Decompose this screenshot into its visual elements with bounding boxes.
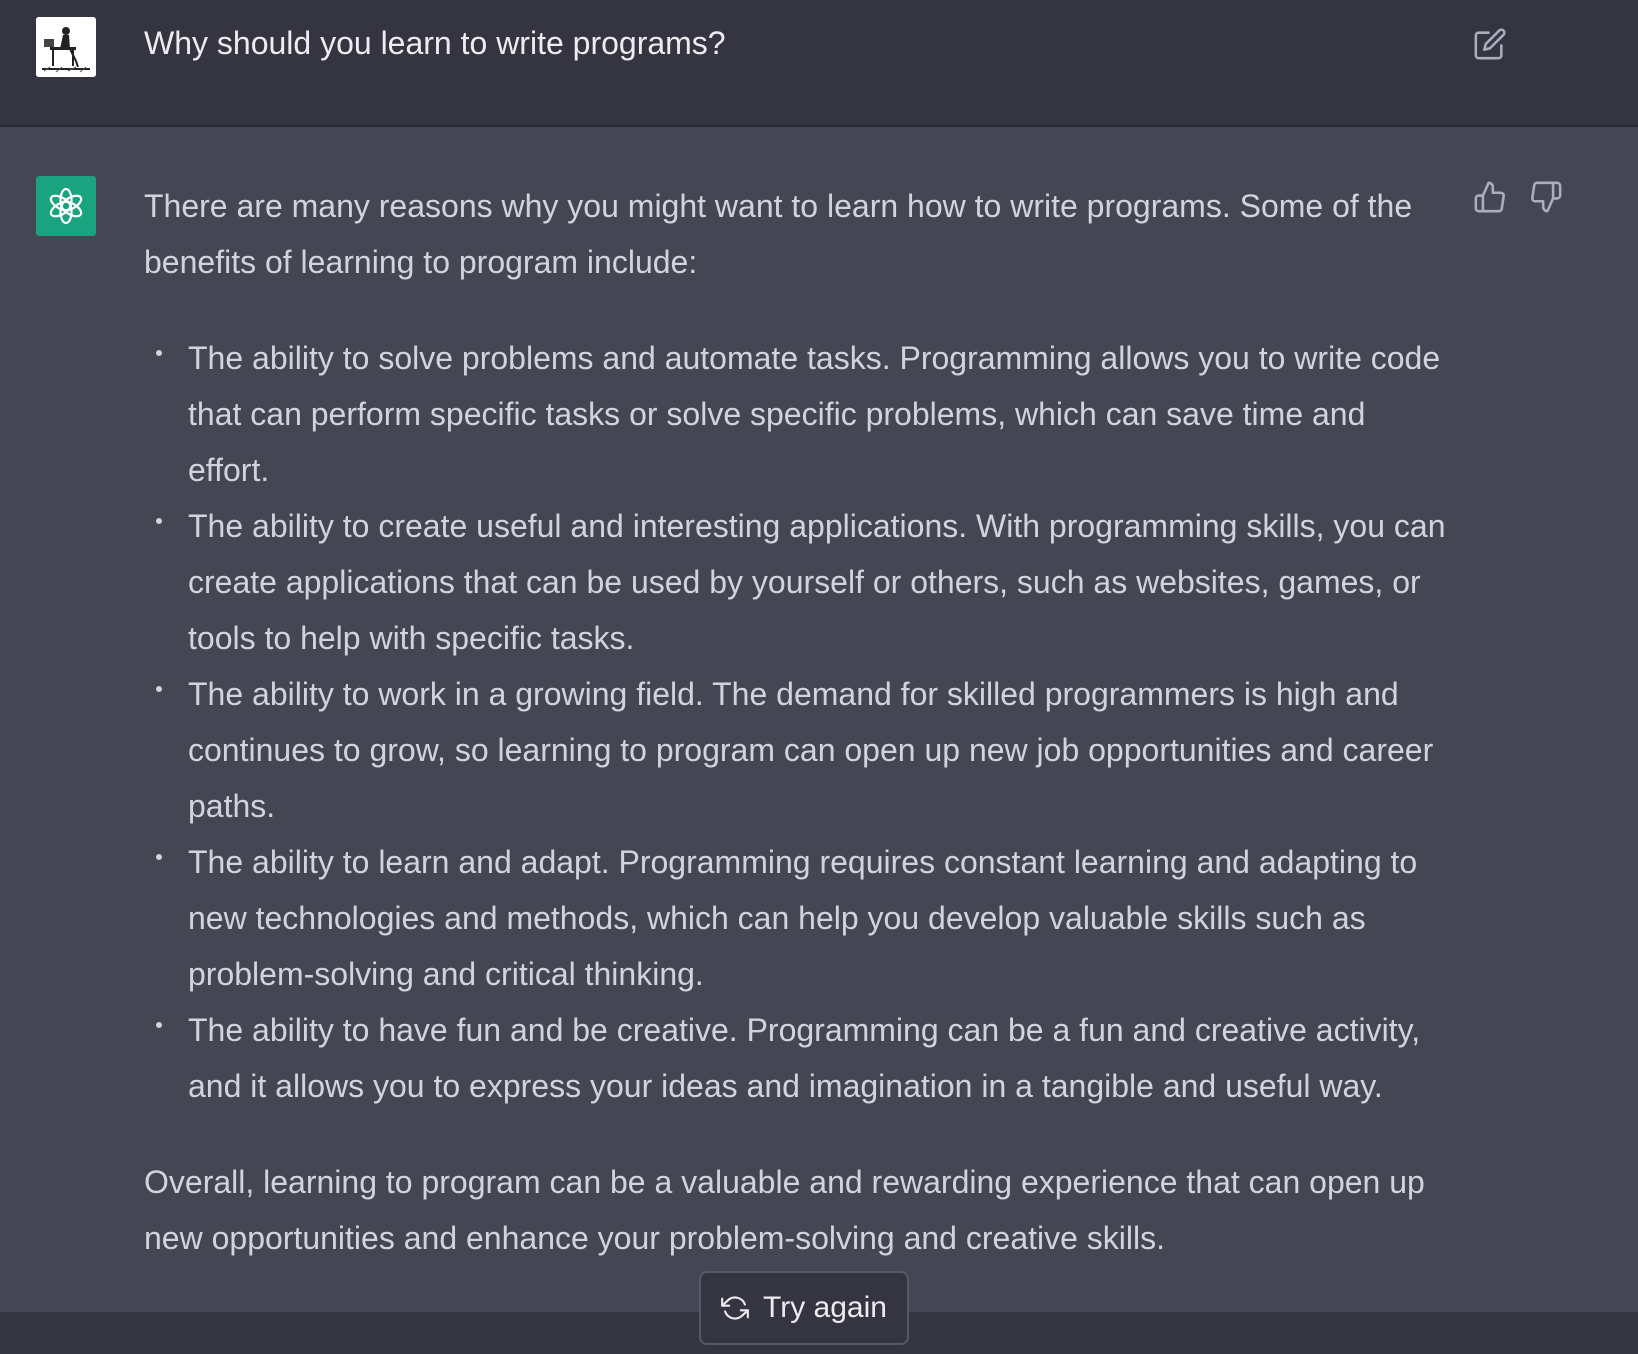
user-message-text: Why should you learn to write programs?: [144, 25, 726, 61]
list-item: The ability to solve problems and automa…: [156, 330, 1454, 498]
thumbs-down-icon: [1531, 181, 1562, 213]
bullet-dot: [156, 350, 162, 356]
bullet-dot: [156, 686, 162, 692]
list-item-text: The ability to solve problems and automa…: [188, 340, 1441, 488]
thumbs-up-button[interactable]: [1470, 177, 1510, 217]
thumbs-down-button[interactable]: [1526, 177, 1566, 217]
list-item-text: The ability to have fun and be creative.…: [188, 1012, 1421, 1104]
bullet-dot: [156, 854, 162, 860]
list-item-text: The ability to create useful and interes…: [188, 508, 1446, 656]
edit-button[interactable]: [1470, 24, 1510, 64]
assistant-intro: There are many reasons why you might wan…: [144, 188, 1413, 280]
list-item: The ability to learn and adapt. Programm…: [156, 834, 1454, 1002]
thumbs-up-icon: [1474, 181, 1505, 213]
list-item: The ability to have fun and be creative.…: [156, 1002, 1454, 1114]
try-again-button[interactable]: Try again: [699, 1271, 909, 1345]
assistant-avatar: [36, 176, 96, 236]
bullet-dot: [156, 518, 162, 524]
assistant-message-row: There are many reasons why you might wan…: [0, 127, 1638, 1312]
benefits-list: The ability to solve problems and automa…: [144, 330, 1454, 1114]
assistant-conclusion: Overall, learning to program can be a va…: [144, 1164, 1425, 1256]
list-item: The ability to work in a growing field. …: [156, 666, 1454, 834]
openai-logo-icon: [49, 187, 83, 225]
user-avatar: [36, 17, 96, 77]
user-drawing-avatar-icon: [36, 17, 96, 77]
list-item: The ability to create useful and interes…: [156, 498, 1454, 666]
refresh-icon: [721, 1296, 749, 1320]
try-again-label: Try again: [763, 1291, 887, 1324]
edit-icon: [1474, 28, 1506, 60]
assistant-message-body: There are many reasons why you might wan…: [144, 178, 1454, 1266]
list-item-text: The ability to work in a growing field. …: [188, 676, 1434, 824]
bullet-dot: [156, 1022, 162, 1028]
list-item-text: The ability to learn and adapt. Programm…: [188, 844, 1418, 992]
user-message-row: Why should you learn to write programs?: [0, 0, 1638, 127]
